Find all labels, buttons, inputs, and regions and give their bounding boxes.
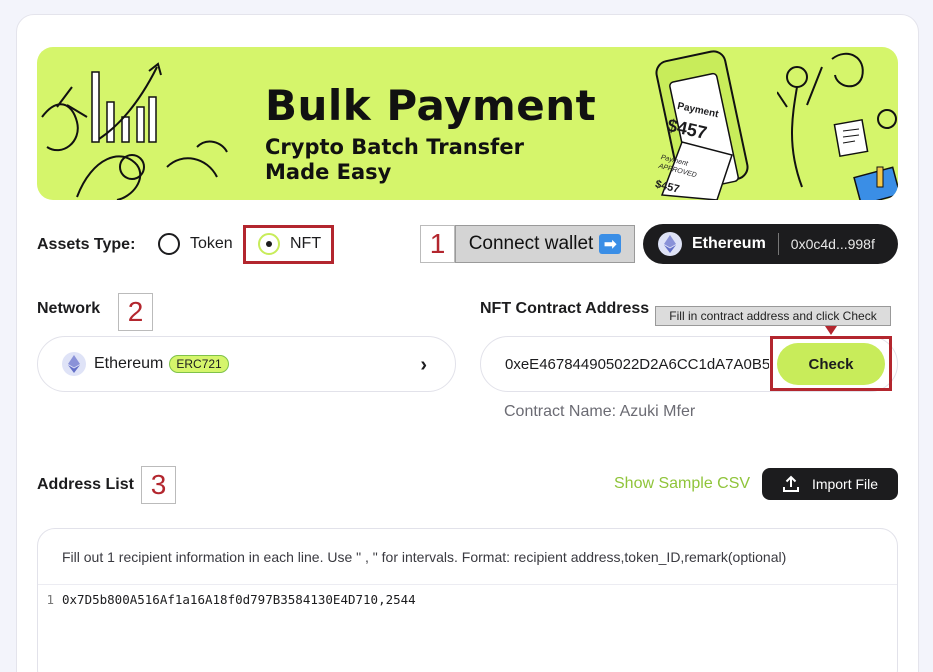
wallet-network-name: Ethereum bbox=[692, 235, 766, 252]
contract-address-label: NFT Contract Address bbox=[480, 300, 650, 317]
contract-name-text: Contract Name: Azuki Mfer bbox=[504, 403, 696, 420]
step-marker-3: 3 bbox=[141, 466, 176, 504]
ethereum-icon bbox=[658, 232, 682, 256]
connect-wallet-button[interactable]: Connect wallet ➡ bbox=[455, 225, 635, 263]
banner-title: Bulk Payment bbox=[265, 81, 597, 130]
wallet-address: 0x0c4d...998f bbox=[790, 236, 875, 252]
growth-chart-illustration bbox=[41, 62, 228, 200]
import-file-label: Import File bbox=[811, 476, 879, 492]
banner-subtitle-line2: Made Easy bbox=[265, 160, 392, 184]
tooltip-arrow-icon bbox=[825, 326, 837, 335]
import-file-button[interactable]: Import File bbox=[762, 468, 898, 500]
check-button[interactable]: Check bbox=[777, 343, 885, 385]
network-name: Ethereum bbox=[94, 355, 164, 372]
check-tooltip: Fill in contract address and click Check bbox=[655, 306, 891, 326]
banner-subtitle: Crypto Batch Transfer Made Easy bbox=[265, 135, 565, 185]
chevron-right-icon: › bbox=[420, 354, 427, 376]
assets-type-label: Assets Type: bbox=[37, 236, 136, 253]
radio-token[interactable]: Token bbox=[158, 233, 233, 255]
network-label: Network bbox=[37, 300, 101, 317]
right-arrow-icon: ➡ bbox=[599, 234, 622, 254]
show-sample-csv-link[interactable]: Show Sample CSV bbox=[614, 475, 750, 493]
radio-unchecked-icon bbox=[158, 233, 180, 255]
network-select[interactable]: Ethereum ERC721 › bbox=[37, 336, 456, 392]
wallet-divider bbox=[777, 233, 779, 255]
step-marker-2: 2 bbox=[118, 293, 153, 331]
contract-address-value: 0xeE467844905022D2A6CC1dA7A0B555608faae7… bbox=[505, 355, 769, 373]
wallet-account-pill[interactable]: Ethereum 0x0c4d...998f bbox=[643, 224, 898, 264]
radio-token-label: Token bbox=[190, 235, 233, 252]
radio-nft-label: NFT bbox=[290, 235, 322, 252]
line-text: 0x7D5b800A516Af1a16A18f0d797B3584130E4D7… bbox=[62, 592, 416, 607]
hero-banner: Bulk Payment Crypto Batch Transfer Made … bbox=[37, 47, 898, 200]
radio-checked-icon bbox=[258, 233, 280, 255]
erc721-badge: ERC721 bbox=[169, 355, 229, 373]
connect-wallet-label: Connect wallet bbox=[468, 233, 594, 254]
editor-line: 1 0x7D5b800A516Af1a16A18f0d797B3584130E4… bbox=[38, 592, 897, 607]
address-editor[interactable]: Fill out 1 recipient information in each… bbox=[37, 528, 898, 672]
upload-icon bbox=[782, 475, 799, 492]
step-marker-1: 1 bbox=[420, 225, 455, 263]
radio-nft[interactable]: NFT bbox=[258, 233, 321, 255]
celebration-illustration bbox=[777, 52, 898, 200]
banner-subtitle-line1: Crypto Batch Transfer bbox=[265, 135, 524, 159]
address-list-label: Address List bbox=[37, 476, 134, 493]
editor-hint: Fill out 1 recipient information in each… bbox=[38, 529, 897, 585]
ethereum-icon bbox=[62, 352, 86, 376]
line-number: 1 bbox=[46, 592, 54, 607]
